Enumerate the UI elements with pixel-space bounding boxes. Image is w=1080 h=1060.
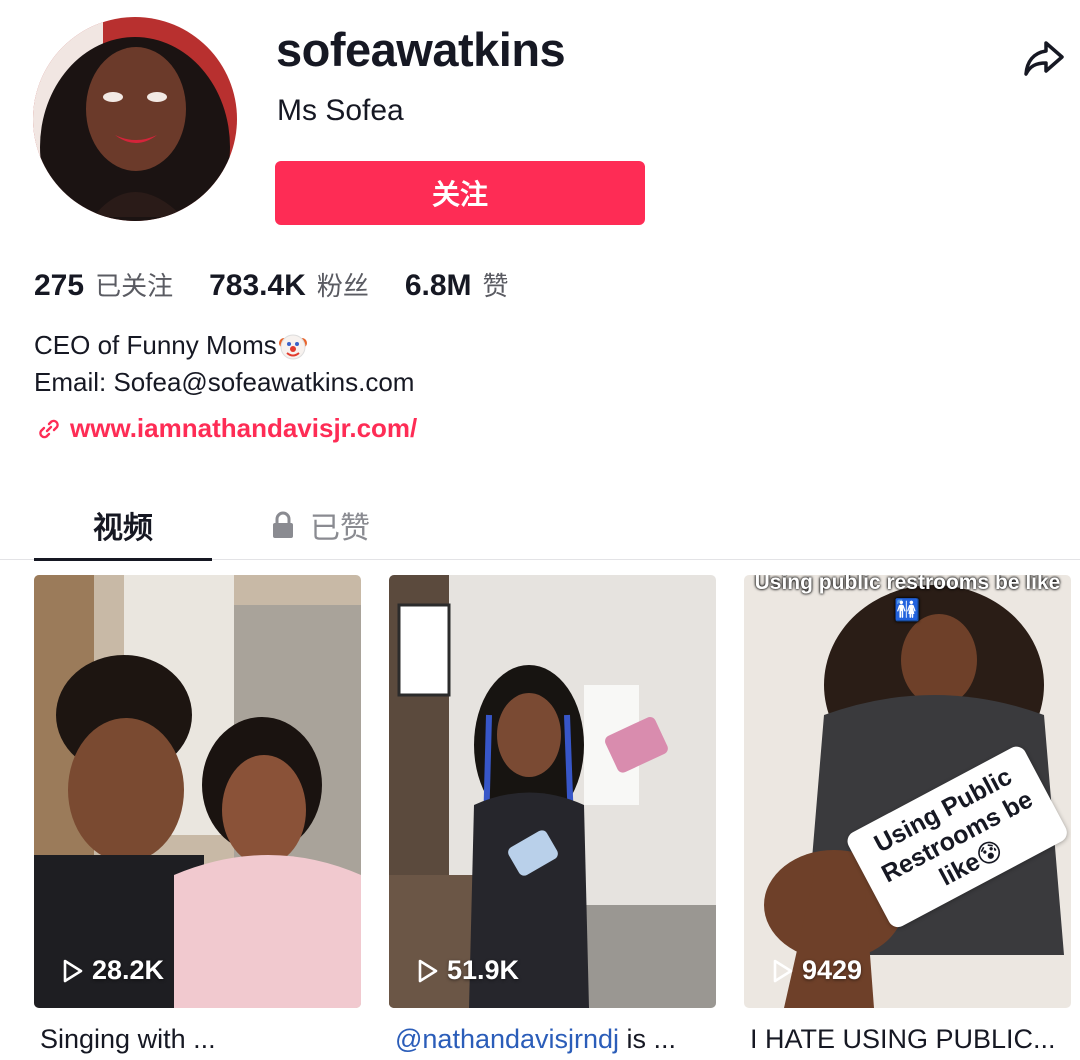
play-icon	[773, 959, 793, 982]
video-thumbnail: 51.9K	[389, 575, 716, 1008]
view-count: 9429	[772, 955, 862, 986]
video-thumbnail: Using public restrooms be like🚻 Using Pu…	[744, 575, 1071, 1008]
stat-following[interactable]: 275 已关注	[34, 266, 173, 303]
stat-likes: 6.8M 赞	[405, 266, 509, 303]
tab-videos[interactable]: 视频	[34, 490, 212, 561]
follow-button[interactable]: 关注	[275, 161, 645, 225]
bio-line-2: Email: Sofea@sofeawatkins.com	[34, 367, 415, 397]
play-icon	[63, 959, 83, 982]
nickname: Ms Sofea	[277, 94, 404, 127]
video-caption-text: is ...	[619, 1024, 677, 1054]
view-count: 51.9K	[417, 955, 519, 986]
lock-icon	[273, 511, 293, 538]
link-icon	[39, 419, 59, 438]
video-caption: I HATE USING PUBLIC...	[750, 1024, 1076, 1055]
followers-label: 粉丝	[316, 272, 369, 302]
tab-liked[interactable]: 已赞	[270, 490, 370, 560]
following-label: 已关注	[95, 272, 174, 302]
stat-followers[interactable]: 783.4K 粉丝	[209, 266, 369, 303]
profile-avatar[interactable]	[33, 17, 237, 221]
video-caption: @nathandavisjrndj is ...	[395, 1024, 721, 1055]
profile-link-text: www.iamnathandavisjr.com/	[70, 413, 418, 443]
profile-link[interactable]: www.iamnathandavisjr.com/	[36, 413, 417, 444]
clown-face-icon	[278, 332, 307, 360]
followers-count: 783.4K	[209, 269, 306, 302]
likes-label: 赞	[482, 272, 509, 302]
view-count-value: 51.9K	[447, 955, 520, 985]
share-icon[interactable]	[1020, 34, 1068, 82]
tab-liked-label: 已赞	[310, 511, 370, 546]
video-caption-text: Singing with ...	[40, 1024, 216, 1054]
bio: CEO of Funny Moms Email: Sofea@sofeawatk…	[34, 327, 414, 401]
tab-videos-label: 视频	[93, 511, 153, 546]
video-caption-mention[interactable]: @nathandavisjrndj	[395, 1024, 619, 1054]
play-icon	[418, 959, 438, 982]
bio-line-1: CEO of Funny Moms	[34, 330, 277, 360]
profile-tabs: 视频 已赞	[0, 490, 1080, 561]
username: sofeawatkins	[276, 23, 566, 76]
view-count-value: 9429	[802, 955, 863, 985]
view-count: 28.2K	[62, 955, 164, 986]
view-count-value: 28.2K	[92, 955, 165, 985]
video-thumbnail: 28.2K	[34, 575, 361, 1008]
video-caption: Singing with ...	[40, 1024, 366, 1055]
likes-count: 6.8M	[404, 269, 472, 302]
video-caption-text: I HATE USING PUBLIC...	[750, 1024, 1056, 1054]
stats-row: 275 已关注 783.4K 粉丝 6.8M 赞	[34, 266, 545, 303]
video-overlay-text: Using public restrooms be like🚻	[754, 575, 1061, 622]
following-count: 275	[34, 269, 85, 302]
